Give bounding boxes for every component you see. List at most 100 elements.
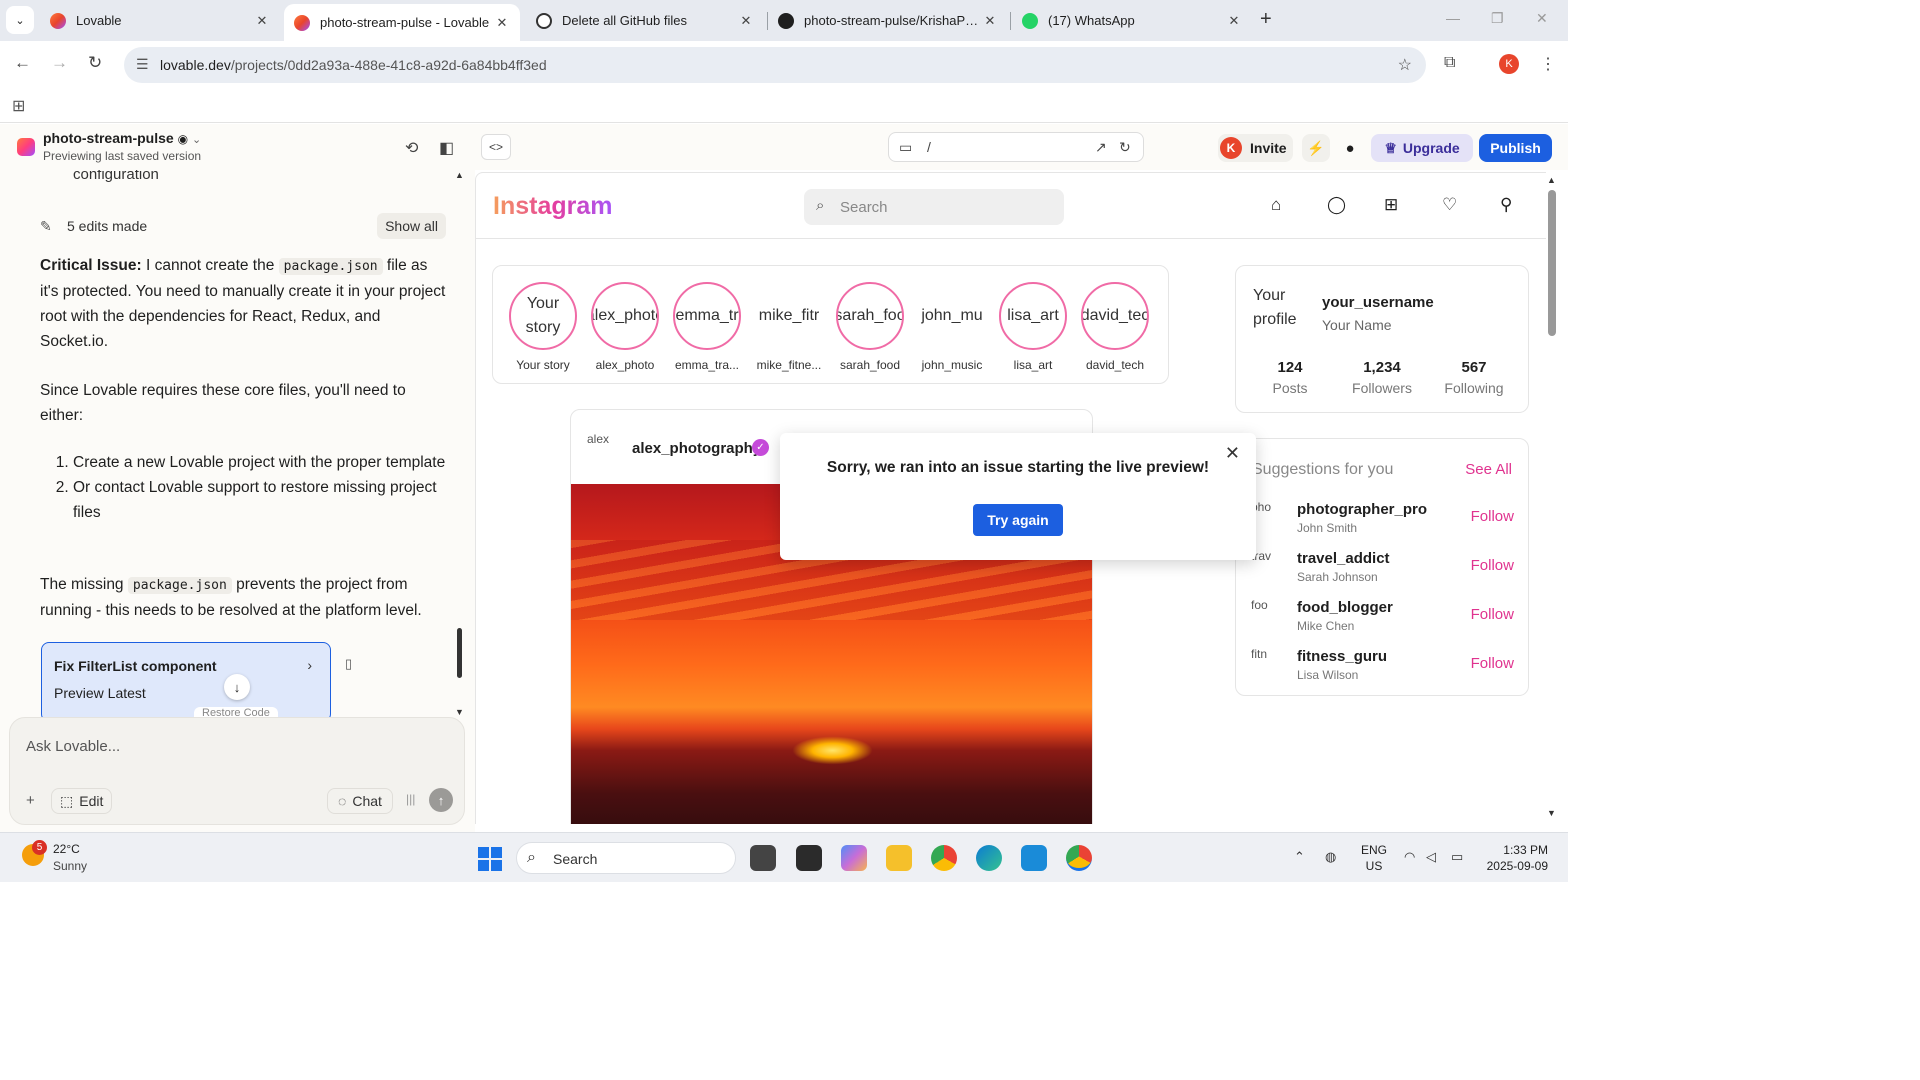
suggestion-username[interactable]: photographer_pro: [1297, 501, 1427, 518]
refresh-preview-icon[interactable]: ↻: [1119, 139, 1131, 156]
profile-icon[interactable]: ⚲: [1500, 195, 1512, 215]
browser-tab[interactable]: photo-stream-pulse/KrishaPatel ✕: [768, 4, 1008, 37]
message-icon[interactable]: ◯: [1327, 195, 1346, 215]
close-tab-icon[interactable]: ✕: [1226, 13, 1242, 29]
follow-button[interactable]: Follow: [1471, 655, 1514, 672]
vscode-icon[interactable]: [1021, 845, 1047, 871]
profile-picture[interactable]: Your profile: [1253, 284, 1307, 338]
close-tab-icon[interactable]: ✕: [738, 13, 754, 29]
terminal-icon[interactable]: [796, 845, 822, 871]
send-button[interactable]: ↑: [429, 788, 453, 812]
upgrade-button[interactable]: ♕ Upgrade: [1371, 134, 1473, 162]
close-tab-icon[interactable]: ✕: [494, 15, 510, 31]
project-name[interactable]: photo-stream-pulse ◉ ⌄: [43, 130, 201, 146]
suggestion-username[interactable]: travel_addict: [1297, 550, 1390, 567]
scroll-up-arrow-icon[interactable]: ▲: [1547, 175, 1556, 185]
address-bar[interactable]: ☰ lovable.dev/projects/0dd2a93a-488e-41c…: [124, 47, 1426, 83]
back-icon[interactable]: ←: [14, 53, 31, 73]
instagram-search-input[interactable]: ⌕ Search: [804, 189, 1064, 225]
follow-button[interactable]: Follow: [1471, 606, 1514, 623]
post-avatar[interactable]: alex: [587, 432, 617, 462]
story-item[interactable]: emma_tr emma_tra...: [672, 282, 742, 372]
story-item[interactable]: john_mu john_music: [917, 282, 987, 372]
minimize-icon[interactable]: —: [1446, 10, 1460, 26]
preview-url-bar[interactable]: ▭ / ↗ ↻: [888, 132, 1144, 162]
weather-temp[interactable]: 22°C: [53, 842, 80, 856]
supabase-bolt-icon[interactable]: ⚡: [1302, 134, 1330, 162]
show-all-button[interactable]: Show all: [377, 213, 446, 239]
invite-button[interactable]: K Invite: [1218, 134, 1293, 162]
heart-icon[interactable]: ♡: [1442, 195, 1457, 215]
close-window-icon[interactable]: ✕: [1536, 10, 1548, 27]
chevron-right-icon[interactable]: ›: [307, 657, 312, 673]
follow-button[interactable]: Follow: [1471, 508, 1514, 525]
start-button-icon[interactable]: [478, 847, 502, 871]
chrome-profile-icon[interactable]: [1066, 845, 1092, 871]
clock[interactable]: 1:33 PM 2025-09-09: [1484, 842, 1548, 874]
scroll-down-arrow-icon[interactable]: ▼: [1547, 808, 1556, 818]
bookmark-icon[interactable]: ▯: [345, 656, 352, 672]
stat-followers[interactable]: 1,234 Followers: [1337, 359, 1427, 396]
battery-icon[interactable]: ▭: [1451, 849, 1463, 865]
new-tab-icon[interactable]: +: [1260, 8, 1272, 31]
profile-avatar[interactable]: K: [1499, 54, 1519, 74]
sidebar-toggle-icon[interactable]: ◧: [439, 138, 454, 158]
story-item[interactable]: sarah_foo sarah_food: [835, 282, 905, 372]
browser-tab[interactable]: Delete all GitHub files ✕: [526, 4, 764, 37]
create-post-icon[interactable]: ⊞: [1384, 195, 1398, 215]
ask-input[interactable]: Ask Lovable...: [26, 738, 120, 755]
extensions-icon[interactable]: ⧉: [1444, 54, 1455, 72]
tab-search-button[interactable]: ⌄: [6, 6, 34, 34]
stat-following[interactable]: 567 Following: [1429, 359, 1519, 396]
story-item[interactable]: lisa_art lisa_art: [998, 282, 1068, 372]
tray-chevron-icon[interactable]: ⌃: [1294, 849, 1305, 865]
profile-username[interactable]: your_username: [1322, 294, 1434, 311]
try-again-button[interactable]: Try again: [973, 504, 1063, 536]
history-icon[interactable]: ⟲: [405, 138, 418, 158]
voice-icon[interactable]: |||: [406, 792, 415, 806]
restore-icon[interactable]: ❐: [1491, 10, 1504, 27]
volume-icon[interactable]: ◁: [1426, 849, 1436, 865]
follow-button[interactable]: Follow: [1471, 557, 1514, 574]
suggestion-username[interactable]: food_blogger: [1297, 599, 1393, 616]
preview-scrollbar[interactable]: ▲ ▼: [1546, 172, 1568, 824]
suggestion-avatar[interactable]: fitn: [1251, 648, 1283, 680]
chat-mode-button[interactable]: ◌ Chat: [327, 788, 393, 814]
chat-scrollbar-thumb[interactable]: [457, 628, 462, 678]
scroll-down-icon[interactable]: ↓: [224, 674, 250, 700]
network-status-icon[interactable]: ◍: [1325, 849, 1336, 865]
post-username[interactable]: alex_photography: [632, 440, 761, 457]
close-tab-icon[interactable]: ✕: [982, 13, 998, 29]
site-info-icon[interactable]: ☰: [136, 56, 149, 73]
code-view-button[interactable]: <>: [481, 134, 511, 160]
apps-grid-icon[interactable]: ⊞: [12, 96, 25, 116]
add-attachment-icon[interactable]: +: [26, 792, 35, 809]
version-card[interactable]: Fix FilterList component Preview Latest …: [41, 642, 331, 723]
browser-tab[interactable]: Lovable ✕: [40, 4, 280, 37]
story-item[interactable]: alex_photo alex_photo: [590, 282, 660, 372]
task-view-icon[interactable]: [750, 845, 776, 871]
forward-icon[interactable]: →: [51, 53, 68, 73]
preview-scrollbar-thumb[interactable]: [1548, 190, 1556, 336]
scroll-up-arrow-icon[interactable]: ▲: [455, 170, 464, 180]
publish-button[interactable]: Publish: [1479, 134, 1552, 162]
story-item[interactable]: Your story Your story: [508, 282, 578, 372]
lovable-logo[interactable]: [17, 138, 35, 156]
stat-posts[interactable]: 124 Posts: [1245, 359, 1335, 396]
bookmark-star-icon[interactable]: ☆: [1398, 55, 1412, 75]
open-external-icon[interactable]: ↗: [1095, 139, 1107, 156]
browser-tab[interactable]: (17) WhatsApp ✕: [1012, 4, 1252, 37]
story-item[interactable]: david_tec david_tech: [1080, 282, 1150, 372]
taskbar-search[interactable]: ⌕ Search: [516, 842, 736, 874]
browser-menu-icon[interactable]: ⋮: [1540, 54, 1556, 74]
wifi-icon[interactable]: ◠: [1404, 849, 1415, 865]
close-tab-icon[interactable]: ✕: [254, 13, 270, 29]
browser-tab-active[interactable]: photo-stream-pulse - Lovable ✕: [284, 4, 520, 41]
suggestion-username[interactable]: fitness_guru: [1297, 648, 1387, 665]
see-all-link[interactable]: See All: [1465, 461, 1512, 478]
file-explorer-icon[interactable]: [886, 845, 912, 871]
chrome-icon[interactable]: [931, 845, 957, 871]
edit-mode-button[interactable]: ⬚ Edit: [51, 788, 113, 814]
instagram-logo[interactable]: Instagram: [493, 192, 612, 221]
suggestion-avatar[interactable]: foo: [1251, 599, 1283, 631]
